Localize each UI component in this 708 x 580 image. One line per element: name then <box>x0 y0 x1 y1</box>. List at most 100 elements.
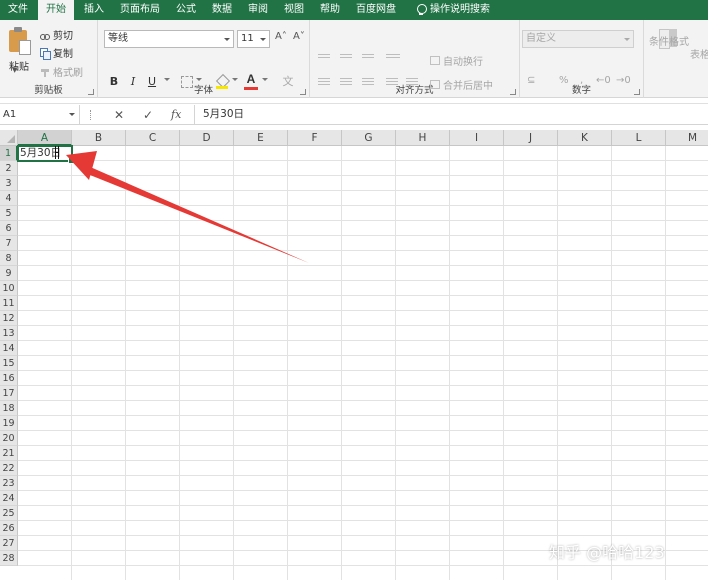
row-header-5[interactable]: 5 <box>0 206 18 221</box>
tab-2[interactable]: 插入 <box>76 0 112 20</box>
row-header-27[interactable]: 27 <box>0 536 18 551</box>
align-left-icon[interactable] <box>318 78 330 88</box>
decrease-decimal-icon[interactable]: →0 <box>616 75 631 86</box>
row-header-22[interactable]: 22 <box>0 461 18 476</box>
align-center-icon[interactable] <box>340 78 352 88</box>
row-header-23[interactable]: 23 <box>0 476 18 491</box>
row-header-28[interactable]: 28 <box>0 551 18 566</box>
column-header-b[interactable]: B <box>72 130 126 146</box>
alignment-launcher-icon[interactable] <box>510 89 516 95</box>
row-header-25[interactable]: 25 <box>0 506 18 521</box>
number-format-select[interactable]: 自定义 <box>522 30 634 48</box>
tell-me-search[interactable]: 操作说明搜索 <box>404 0 498 20</box>
row-header-1[interactable]: 1 <box>0 146 18 161</box>
orientation-icon[interactable] <box>386 54 400 64</box>
align-middle-icon[interactable] <box>340 54 352 64</box>
fill-color-icon[interactable] <box>216 75 228 89</box>
increase-decimal-icon[interactable]: ←0 <box>596 75 611 86</box>
formula-input[interactable]: 5月30日 <box>203 105 244 124</box>
font-size-select[interactable]: 11 <box>237 30 270 48</box>
row-header-15[interactable]: 15 <box>0 356 18 371</box>
font-launcher-icon[interactable] <box>300 89 306 95</box>
column-header-g[interactable]: G <box>342 130 396 146</box>
row-header-9[interactable]: 9 <box>0 266 18 281</box>
bold-button[interactable]: B <box>107 75 121 89</box>
row-header-24[interactable]: 24 <box>0 491 18 506</box>
paste-button[interactable]: 粘贴 <box>6 26 32 73</box>
column-header-a[interactable]: A <box>18 130 72 146</box>
currency-icon[interactable]: ⊆ <box>527 75 535 86</box>
tab-1[interactable]: 开始 <box>38 0 74 20</box>
column-header-d[interactable]: D <box>180 130 234 146</box>
align-right-icon[interactable] <box>362 78 374 88</box>
column-header-h[interactable]: H <box>396 130 450 146</box>
cancel-icon[interactable]: ✕ <box>114 106 124 124</box>
row-header-7[interactable]: 7 <box>0 236 18 251</box>
row-header-10[interactable]: 10 <box>0 281 18 296</box>
tab-4[interactable]: 公式 <box>168 0 204 20</box>
row-header-13[interactable]: 13 <box>0 326 18 341</box>
column-header-m[interactable]: M <box>666 130 708 146</box>
number-launcher-icon[interactable] <box>634 89 640 95</box>
align-top-icon[interactable] <box>318 54 330 64</box>
wrap-text-button[interactable]: 自动换行 <box>430 53 483 68</box>
row-header-20[interactable]: 20 <box>0 431 18 446</box>
row-header-18[interactable]: 18 <box>0 401 18 416</box>
column-header-i[interactable]: I <box>450 130 504 146</box>
format-as-table-button[interactable]: 表格 <box>690 46 708 61</box>
row-header-26[interactable]: 26 <box>0 521 18 536</box>
underline-dropdown-icon[interactable] <box>164 78 170 81</box>
cut-button[interactable]: 剪切 <box>40 27 73 42</box>
column-header-j[interactable]: J <box>504 130 558 146</box>
formula-bar-grip[interactable] <box>90 110 92 120</box>
percent-button[interactable]: % <box>559 75 569 86</box>
underline-button[interactable]: U <box>145 75 159 89</box>
font-name-select[interactable]: 等线 <box>104 30 234 48</box>
row-header-6[interactable]: 6 <box>0 221 18 236</box>
name-box[interactable]: A1 <box>0 105 80 124</box>
conditional-formatting-button[interactable]: 条件格式 <box>649 33 689 48</box>
format-painter-button[interactable]: 格式刷 <box>40 64 83 79</box>
align-bottom-icon[interactable] <box>362 54 374 64</box>
row-header-19[interactable]: 19 <box>0 416 18 431</box>
tab-9[interactable]: 百度网盘 <box>348 0 404 20</box>
copy-button[interactable]: 复制 <box>40 45 73 60</box>
row-header-12[interactable]: 12 <box>0 311 18 326</box>
row-header-14[interactable]: 14 <box>0 341 18 356</box>
column-header-c[interactable]: C <box>126 130 180 146</box>
phonetic-icon[interactable]: 文 <box>281 75 295 89</box>
decrease-font-size-button[interactable]: A˅ <box>293 31 305 42</box>
clipboard-launcher-icon[interactable] <box>88 89 94 95</box>
font-color-button[interactable]: A <box>244 72 258 90</box>
enter-icon[interactable]: ✓ <box>143 106 153 124</box>
paste-dropdown-icon[interactable]: ▼ <box>12 66 17 74</box>
column-header-l[interactable]: L <box>612 130 666 146</box>
merge-center-button[interactable]: 合并后居中 <box>430 77 493 92</box>
row-header-21[interactable]: 21 <box>0 446 18 461</box>
tab-0[interactable]: 文件 <box>0 0 36 20</box>
comma-style-icon[interactable]: , <box>580 75 583 86</box>
row-header-3[interactable]: 3 <box>0 176 18 191</box>
select-all-button[interactable] <box>0 130 18 146</box>
tab-5[interactable]: 数据 <box>204 0 240 20</box>
column-header-e[interactable]: E <box>234 130 288 146</box>
increase-font-size-button[interactable]: A˄ <box>275 31 287 42</box>
insert-function-icon[interactable]: fx <box>171 106 181 124</box>
borders-dropdown-icon[interactable] <box>196 78 202 81</box>
borders-icon[interactable] <box>181 76 193 88</box>
font-color-dropdown-icon[interactable] <box>262 78 268 81</box>
italic-button[interactable]: I <box>126 75 140 89</box>
fill-color-dropdown-icon[interactable] <box>232 78 238 81</box>
decrease-indent-icon[interactable] <box>386 78 398 88</box>
row-header-17[interactable]: 17 <box>0 386 18 401</box>
column-header-k[interactable]: K <box>558 130 612 146</box>
cell-area[interactable] <box>18 146 708 580</box>
tab-3[interactable]: 页面布局 <box>112 0 168 20</box>
row-header-8[interactable]: 8 <box>0 251 18 266</box>
tab-6[interactable]: 审阅 <box>240 0 276 20</box>
row-header-2[interactable]: 2 <box>0 161 18 176</box>
row-header-4[interactable]: 4 <box>0 191 18 206</box>
tab-7[interactable]: 视图 <box>276 0 312 20</box>
row-header-16[interactable]: 16 <box>0 371 18 386</box>
tab-8[interactable]: 帮助 <box>312 0 348 20</box>
